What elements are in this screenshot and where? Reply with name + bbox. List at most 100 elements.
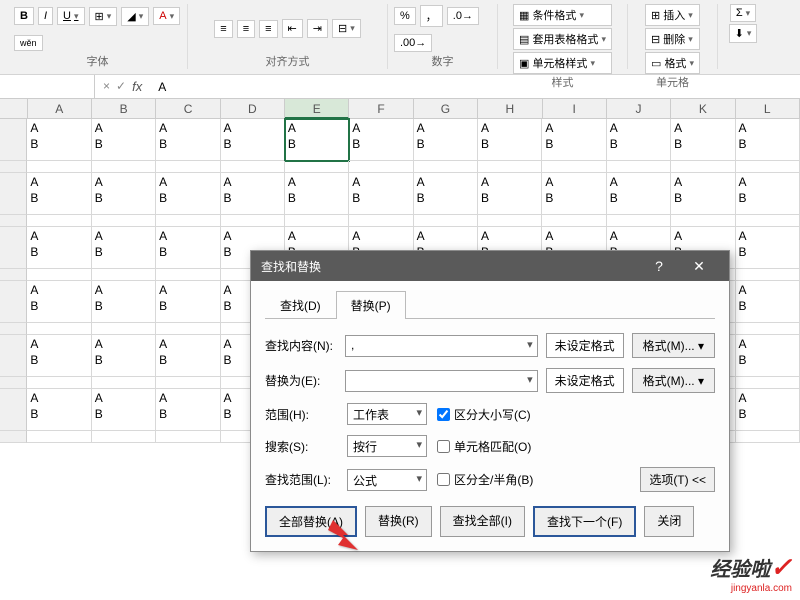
- col-header-H[interactable]: H: [478, 99, 542, 119]
- cell[interactable]: AB: [671, 119, 735, 161]
- search-select[interactable]: 按行: [347, 435, 427, 457]
- cell[interactable]: AB: [736, 173, 800, 215]
- find-all-button[interactable]: 查找全部(I): [440, 506, 525, 537]
- cell[interactable]: AB: [607, 173, 671, 215]
- cell[interactable]: AB: [27, 335, 91, 377]
- row-header[interactable]: [0, 377, 27, 389]
- cell[interactable]: AB: [349, 119, 413, 161]
- decimal-dec-button[interactable]: .00→: [394, 34, 432, 52]
- cell[interactable]: [27, 323, 91, 335]
- cell[interactable]: [607, 161, 671, 173]
- cell[interactable]: AB: [92, 281, 156, 323]
- cell[interactable]: AB: [736, 119, 800, 161]
- cell[interactable]: AB: [542, 173, 606, 215]
- cell[interactable]: [736, 377, 800, 389]
- cell[interactable]: AB: [156, 335, 220, 377]
- row-header[interactable]: [0, 269, 27, 281]
- underline-button[interactable]: U▾: [57, 7, 84, 25]
- cell[interactable]: [736, 431, 800, 443]
- tab-replace[interactable]: 替换(P): [336, 291, 406, 319]
- cell[interactable]: AB: [156, 227, 220, 269]
- close-icon[interactable]: ✕: [679, 258, 719, 275]
- cell[interactable]: [414, 215, 478, 227]
- cell[interactable]: [736, 269, 800, 281]
- cell[interactable]: AB: [736, 281, 800, 323]
- lookin-select[interactable]: 公式: [347, 469, 427, 491]
- align-right-button[interactable]: ≡: [259, 20, 277, 38]
- row-header[interactable]: [0, 227, 27, 269]
- help-icon[interactable]: ?: [639, 258, 679, 274]
- cell[interactable]: AB: [349, 173, 413, 215]
- italic-button[interactable]: I: [38, 7, 53, 25]
- name-box[interactable]: [0, 75, 95, 98]
- cell[interactable]: [156, 377, 220, 389]
- cell[interactable]: AB: [92, 227, 156, 269]
- cell[interactable]: AB: [27, 119, 91, 161]
- replace-format-button[interactable]: 格式(M)... ▾: [632, 368, 715, 393]
- col-header-A[interactable]: A: [28, 99, 92, 119]
- row-header[interactable]: [0, 281, 27, 323]
- cell[interactable]: AB: [156, 173, 220, 215]
- cell[interactable]: AB: [156, 119, 220, 161]
- cell[interactable]: [156, 161, 220, 173]
- cell[interactable]: AB: [414, 173, 478, 215]
- cell[interactable]: [736, 161, 800, 173]
- cell[interactable]: [27, 215, 91, 227]
- cell[interactable]: [156, 269, 220, 281]
- border-button[interactable]: ⊞▾: [89, 7, 118, 26]
- cell[interactable]: [285, 215, 349, 227]
- cell[interactable]: [478, 215, 542, 227]
- col-header-G[interactable]: G: [414, 99, 478, 119]
- cell[interactable]: AB: [156, 389, 220, 431]
- cell[interactable]: [478, 161, 542, 173]
- replace-all-button[interactable]: 全部替换(A): [265, 506, 357, 537]
- cell[interactable]: [27, 269, 91, 281]
- row-header[interactable]: [0, 389, 27, 431]
- cell[interactable]: AB: [92, 335, 156, 377]
- col-header-D[interactable]: D: [221, 99, 285, 119]
- cell[interactable]: [156, 323, 220, 335]
- fill-color-button[interactable]: ◢▾: [121, 7, 149, 26]
- row-header[interactable]: [0, 119, 27, 161]
- cell[interactable]: AB: [92, 173, 156, 215]
- font-color-button[interactable]: A▾: [153, 7, 180, 25]
- decimal-inc-button[interactable]: .0→: [447, 7, 479, 25]
- cell[interactable]: AB: [736, 335, 800, 377]
- cell[interactable]: [349, 215, 413, 227]
- enter-icon[interactable]: ✓: [116, 79, 126, 94]
- cell[interactable]: [92, 323, 156, 335]
- cell[interactable]: [607, 215, 671, 227]
- cell[interactable]: [156, 215, 220, 227]
- cell[interactable]: AB: [736, 227, 800, 269]
- cell[interactable]: [92, 161, 156, 173]
- col-header-B[interactable]: B: [92, 99, 156, 119]
- cell[interactable]: [671, 215, 735, 227]
- cell[interactable]: [736, 323, 800, 335]
- cell[interactable]: AB: [92, 119, 156, 161]
- row-header[interactable]: [0, 215, 27, 227]
- cancel-icon[interactable]: ×: [103, 79, 110, 94]
- percent-button[interactable]: %: [394, 7, 416, 25]
- tab-find[interactable]: 查找(D): [265, 291, 336, 319]
- row-header[interactable]: [0, 323, 27, 335]
- cell[interactable]: AB: [285, 119, 349, 161]
- row-header[interactable]: [0, 335, 27, 377]
- bold-button[interactable]: B: [14, 7, 34, 25]
- find-format-button[interactable]: 格式(M)... ▾: [632, 333, 715, 358]
- cell[interactable]: [671, 161, 735, 173]
- indent-inc-button[interactable]: ⇥: [307, 19, 328, 38]
- cell[interactable]: [221, 215, 285, 227]
- cell[interactable]: [156, 431, 220, 443]
- cell[interactable]: [92, 215, 156, 227]
- width-checkbox[interactable]: 区分全/半角(B): [437, 471, 533, 488]
- cell[interactable]: [285, 161, 349, 173]
- cell[interactable]: [414, 161, 478, 173]
- cell[interactable]: [27, 161, 91, 173]
- align-center-button[interactable]: ≡: [237, 20, 255, 38]
- row-header[interactable]: [0, 161, 27, 173]
- col-header-I[interactable]: I: [543, 99, 607, 119]
- close-button[interactable]: 关闭: [644, 506, 694, 537]
- cell[interactable]: AB: [607, 119, 671, 161]
- cell[interactable]: [736, 215, 800, 227]
- cell[interactable]: [92, 431, 156, 443]
